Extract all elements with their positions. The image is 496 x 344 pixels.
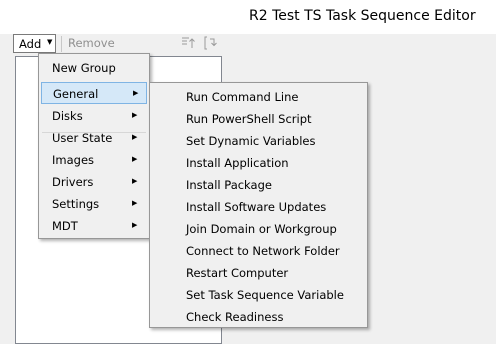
submenu-item-label: Run Command Line (186, 90, 299, 104)
toolbar-separator (61, 36, 62, 52)
window-title: R2 Test TS Task Sequence Editor (249, 8, 476, 24)
submenu-item-restart-computer[interactable]: Restart Computer (152, 262, 366, 284)
submenu-item-join-domain-or-workgroup[interactable]: Join Domain or Workgroup (152, 218, 366, 240)
dropdown-arrow-icon: ▼ (47, 38, 53, 46)
submenu-item-connect-to-network-folder[interactable]: Connect to Network Folder (152, 240, 366, 262)
menu-item-mdt[interactable]: MDT ▶ (41, 215, 147, 237)
submenu-item-label: Join Domain or Workgroup (186, 222, 337, 236)
toolbar: Add ▼ Remove (12, 34, 224, 54)
menu-item-label: Images (52, 153, 95, 167)
submenu-item-label: Check Readiness (186, 310, 284, 324)
menu-item-settings[interactable]: Settings ▶ (41, 193, 147, 215)
menu-item-general[interactable]: General ▶ (41, 82, 147, 104)
remove-button[interactable]: Remove (68, 36, 115, 50)
move-down-icon[interactable] (202, 35, 218, 51)
submenu-item-label: Install Package (186, 178, 272, 192)
submenu-item-label: Restart Computer (186, 266, 289, 280)
add-button-label: Add (19, 37, 42, 51)
submenu-item-label: Set Task Sequence Variable (186, 288, 344, 302)
add-dropdown-button[interactable]: Add ▼ (13, 34, 56, 53)
submenu-arrow-icon: ▶ (132, 111, 138, 119)
menu-item-disks[interactable]: Disks ▶ (41, 105, 147, 127)
submenu-item-run-powershell-script[interactable]: Run PowerShell Script (152, 108, 366, 130)
submenu-arrow-icon: ▶ (132, 155, 138, 163)
submenu-item-label: Connect to Network Folder (186, 244, 340, 258)
submenu-item-run-command-line[interactable]: Run Command Line (152, 86, 366, 108)
menu-item-new-group[interactable]: New Group (41, 57, 147, 79)
submenu-item-label: Install Software Updates (186, 200, 327, 214)
submenu-item-label: Run PowerShell Script (186, 112, 312, 126)
menu-item-user-state[interactable]: User State ▶ (41, 127, 147, 149)
submenu-item-install-application[interactable]: Install Application (152, 152, 366, 174)
move-up-icon[interactable] (180, 35, 196, 51)
submenu-item-set-task-sequence-variable[interactable]: Set Task Sequence Variable (152, 284, 366, 306)
general-submenu: Run Command Line Run PowerShell Script S… (149, 82, 368, 328)
submenu-arrow-icon: ▶ (132, 221, 138, 229)
submenu-arrow-icon: ▶ (132, 177, 138, 185)
menu-item-label: Settings (52, 197, 100, 211)
submenu-item-install-package[interactable]: Install Package (152, 174, 366, 196)
submenu-arrow-icon: ▶ (132, 133, 138, 141)
menu-item-drivers[interactable]: Drivers ▶ (41, 171, 147, 193)
submenu-arrow-icon: ▶ (132, 199, 138, 207)
menu-item-label: General (53, 87, 99, 101)
menu-item-label: Drivers (52, 175, 94, 189)
add-menu: New Group General ▶ Disks ▶ User State ▶… (38, 53, 150, 239)
submenu-item-label: Set Dynamic Variables (186, 134, 316, 148)
submenu-item-check-readiness[interactable]: Check Readiness (152, 306, 366, 328)
menu-item-images[interactable]: Images ▶ (41, 149, 147, 171)
menu-item-label: New Group (52, 61, 116, 75)
menu-item-label: MDT (52, 219, 78, 233)
submenu-item-install-software-updates[interactable]: Install Software Updates (152, 196, 366, 218)
submenu-arrow-icon: ▶ (133, 89, 139, 97)
submenu-item-label: Install Application (186, 156, 289, 170)
title-bar: R2 Test TS Task Sequence Editor (0, 0, 496, 34)
menu-item-label: User State (52, 131, 113, 145)
submenu-item-set-dynamic-variables[interactable]: Set Dynamic Variables (152, 130, 366, 152)
menu-item-label: Disks (52, 109, 83, 123)
